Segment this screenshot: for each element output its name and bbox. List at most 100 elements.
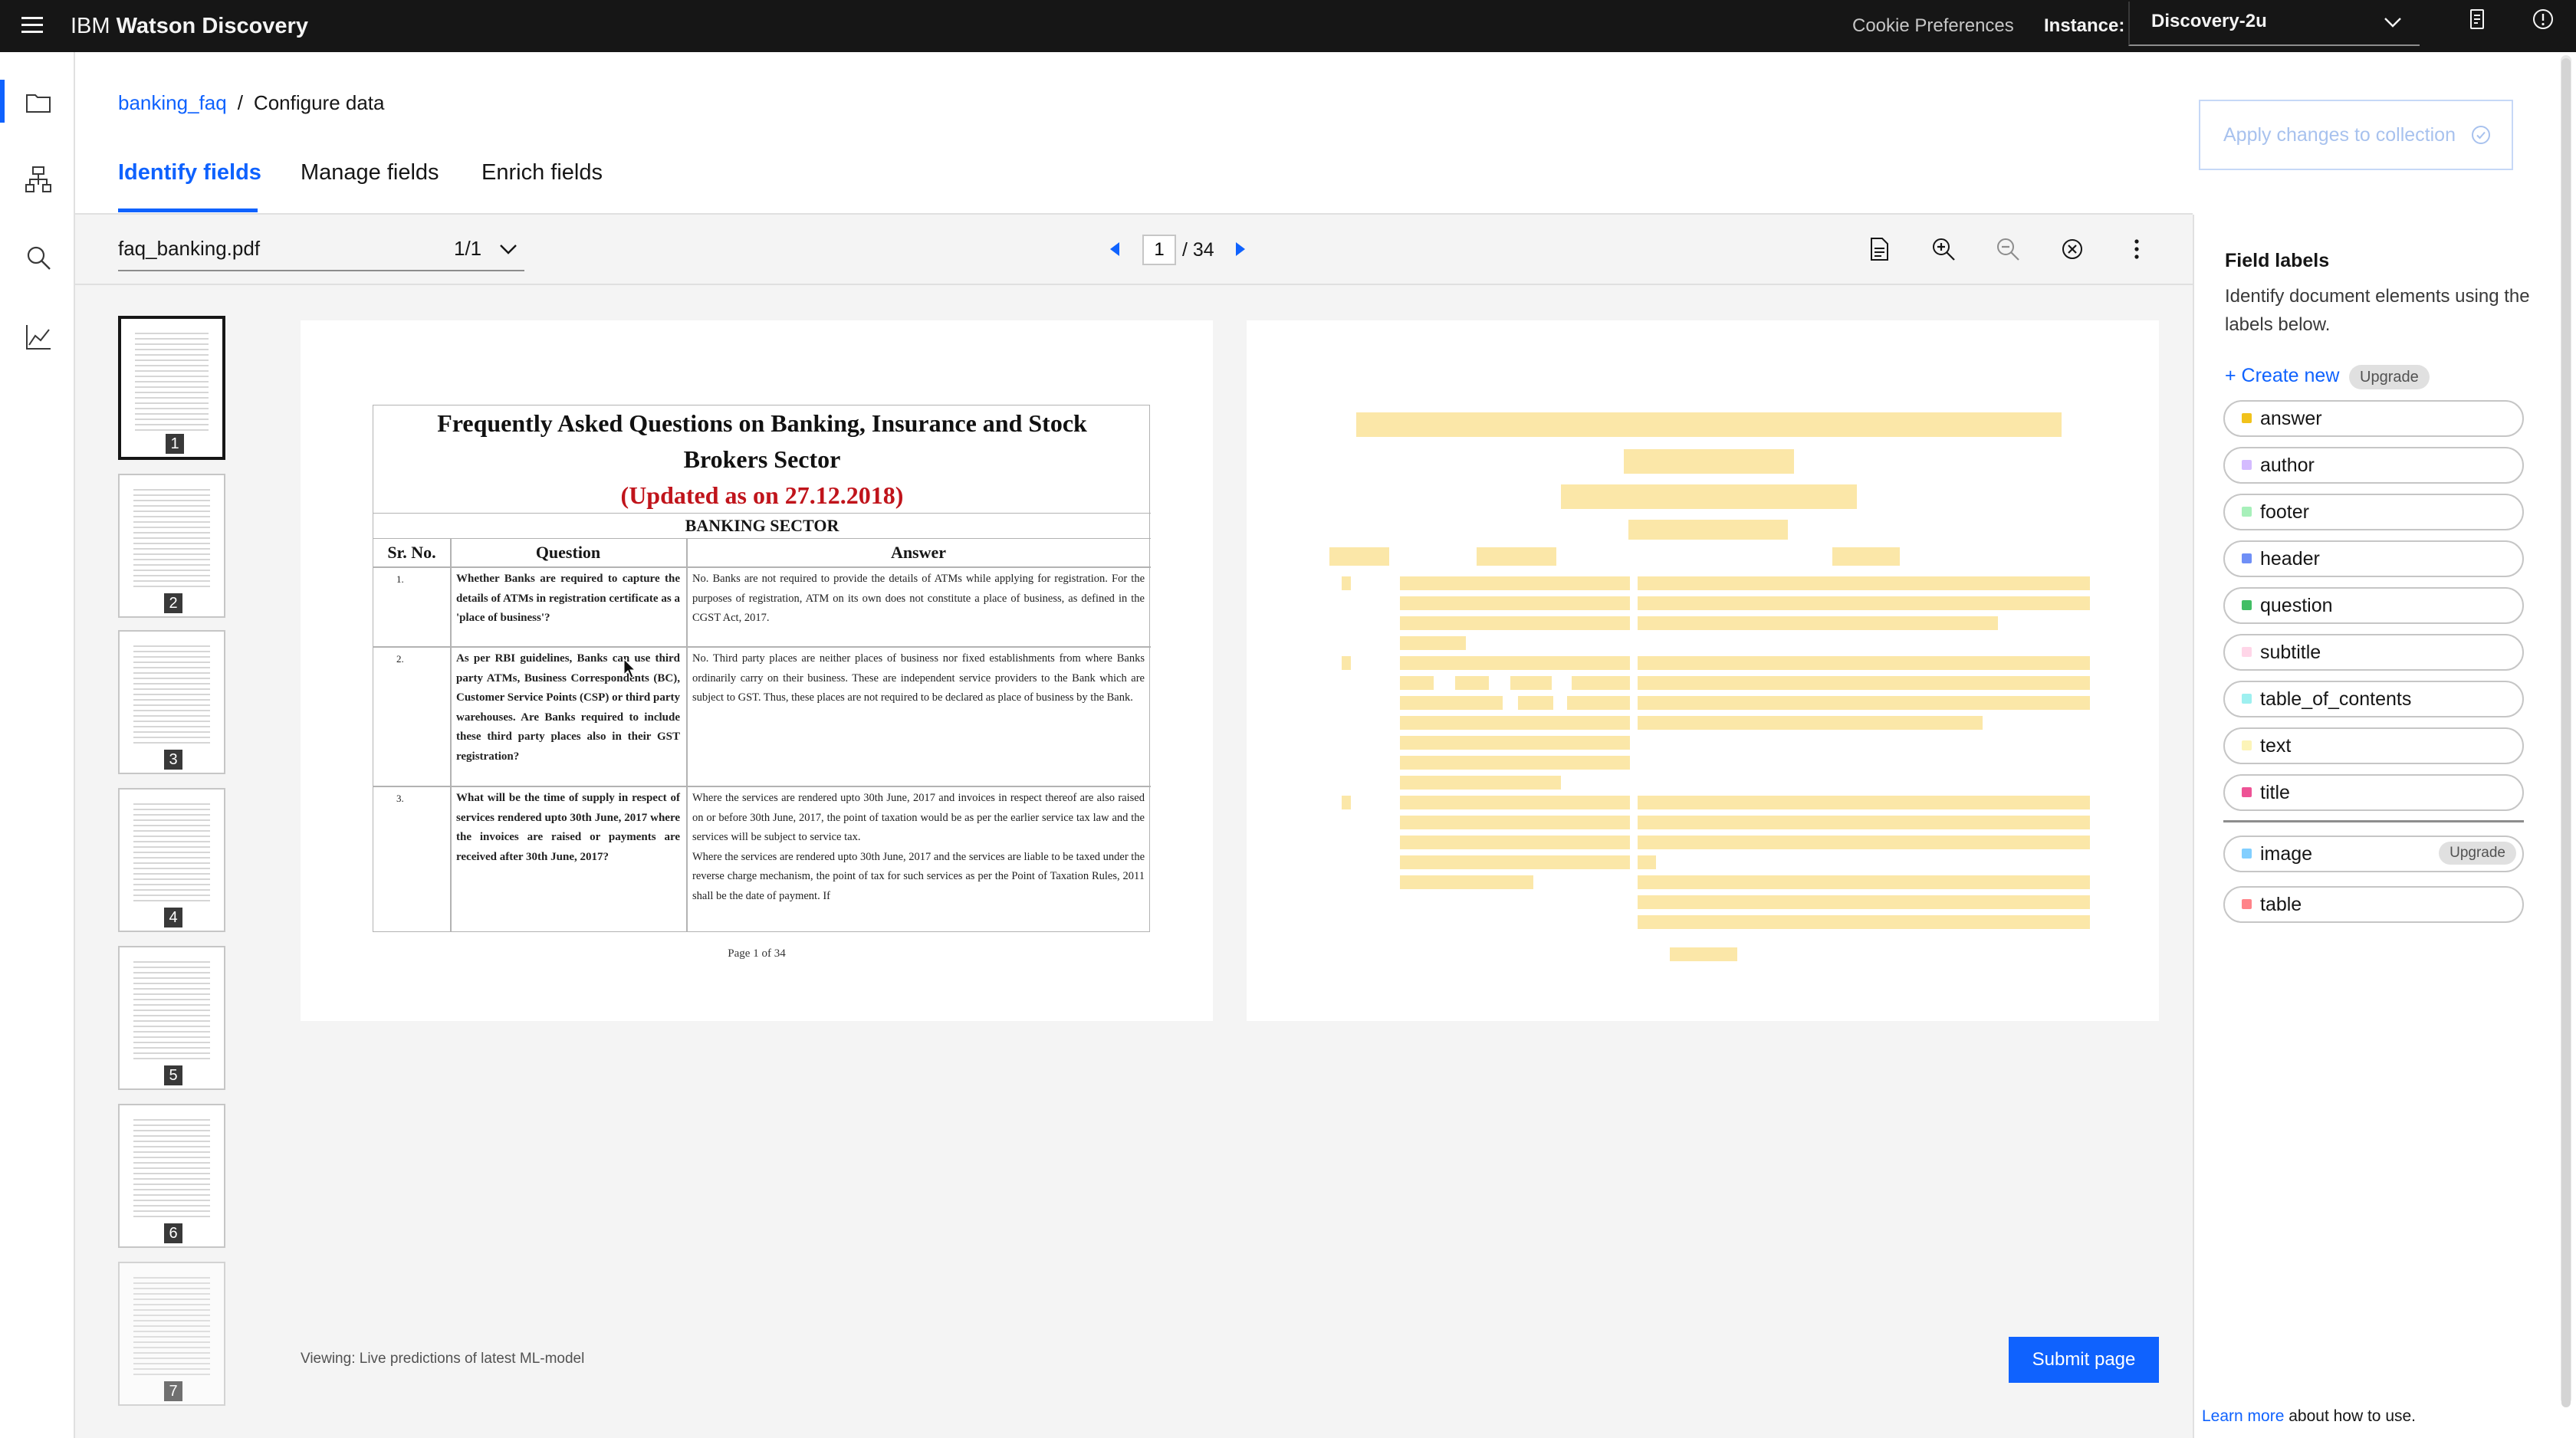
brand-name: Watson Discovery (116, 14, 308, 38)
documentation-icon[interactable] (2466, 8, 2489, 31)
cookie-preferences-link[interactable]: Cookie Preferences (1852, 8, 2014, 44)
prediction-highlight[interactable] (1638, 816, 2090, 829)
tab-identify-fields[interactable]: Identify fields (118, 152, 261, 193)
product-name[interactable]: IBM Watson Discovery (71, 8, 308, 44)
prediction-highlight[interactable] (1572, 676, 1630, 690)
prediction-highlight[interactable] (1400, 616, 1630, 630)
prediction-highlight[interactable] (1400, 816, 1630, 829)
field-label-header[interactable]: header (2223, 540, 2524, 577)
prediction-highlight[interactable] (1638, 616, 1998, 630)
prediction-highlight[interactable] (1329, 547, 1389, 566)
prediction-highlight[interactable] (1400, 656, 1630, 670)
prediction-highlight[interactable] (1638, 596, 2090, 610)
prediction-highlight[interactable] (1400, 636, 1466, 650)
page-thumbnail[interactable]: 2 (118, 474, 225, 618)
document-view-icon[interactable] (1865, 235, 1894, 264)
zoom-in-icon[interactable] (1929, 235, 1958, 264)
prediction-highlight[interactable] (1638, 696, 2090, 710)
field-label-author[interactable]: author (2223, 447, 2524, 484)
instance-dropdown[interactable]: Discovery-2u (2128, 2, 2420, 46)
prediction-highlight[interactable] (1400, 596, 1630, 610)
page-scrollbar-thumb[interactable] (2561, 58, 2571, 1407)
field-label-footer[interactable]: footer (2223, 494, 2524, 530)
page-thumbnail[interactable]: 3 (118, 630, 225, 774)
learn-more-link[interactable]: Learn more (2202, 1407, 2284, 1425)
prediction-highlight[interactable] (1638, 656, 2090, 670)
field-label-title[interactable]: title (2223, 774, 2524, 811)
field-label-subtitle[interactable]: subtitle (2223, 634, 2524, 671)
page-thumbnail[interactable]: 1 (118, 316, 225, 460)
prediction-highlight[interactable] (1342, 656, 1351, 670)
prediction-highlight[interactable] (1400, 716, 1630, 730)
prediction-highlight[interactable] (1638, 716, 1983, 730)
help-icon[interactable] (2530, 6, 2556, 32)
next-page-icon[interactable] (1230, 238, 1251, 261)
prediction-highlight[interactable] (1638, 796, 2090, 809)
tab-enrich-fields[interactable]: Enrich fields (481, 152, 603, 193)
tab-manage-fields[interactable]: Manage fields (301, 152, 439, 193)
analytics-chart-icon[interactable] (23, 322, 54, 353)
folder-icon[interactable] (23, 87, 54, 118)
breadcrumb-current: Configure data (253, 91, 385, 114)
field-labels-panel (2193, 215, 2561, 1438)
page-thumbnail[interactable]: 4 (118, 788, 225, 932)
prediction-highlight[interactable] (1400, 796, 1630, 809)
field-label-answer[interactable]: answer (2223, 400, 2524, 437)
hamburger-menu-icon[interactable] (17, 11, 49, 41)
data-structure-icon[interactable] (23, 164, 54, 195)
prediction-highlight[interactable] (1670, 947, 1737, 961)
field-label-image[interactable]: image Upgrade (2223, 836, 2524, 872)
prediction-highlight[interactable] (1510, 676, 1552, 690)
page-thumbnail[interactable]: 7 (118, 1262, 225, 1406)
prediction-highlight[interactable] (1400, 576, 1630, 590)
prediction-highlight[interactable] (1356, 412, 2062, 437)
file-selector-dropdown[interactable]: faq_banking.pdf 1/1 (118, 222, 524, 271)
prediction-highlight[interactable] (1624, 449, 1794, 474)
prediction-highlight[interactable] (1638, 676, 2090, 690)
upgrade-tag[interactable]: Upgrade (2349, 365, 2430, 389)
prediction-highlight[interactable] (1400, 875, 1533, 889)
prediction-highlight[interactable] (1561, 484, 1857, 509)
prediction-highlight[interactable] (1638, 855, 1656, 869)
field-label-question[interactable]: question (2223, 587, 2524, 624)
prediction-highlight[interactable] (1400, 776, 1561, 790)
close-circle-icon[interactable] (2058, 235, 2087, 264)
prediction-highlight[interactable] (1638, 576, 2090, 590)
upgrade-tag[interactable]: Upgrade (2439, 842, 2516, 865)
prediction-highlight[interactable] (1400, 855, 1630, 869)
prediction-highlight[interactable] (1638, 915, 2090, 929)
prediction-highlight[interactable] (1400, 736, 1630, 750)
create-new-label-link[interactable]: + Create new (2225, 362, 2339, 389)
field-label-text[interactable]: text (2223, 727, 2524, 764)
pdf-row-number: 1. (396, 573, 404, 585)
page-thumbnail[interactable]: 5 (118, 946, 225, 1090)
search-icon[interactable] (23, 242, 54, 273)
prediction-highlight[interactable] (1518, 696, 1553, 710)
prediction-highlight[interactable] (1628, 520, 1788, 540)
prediction-highlight[interactable] (1638, 836, 2090, 849)
field-label-table[interactable]: table (2223, 886, 2524, 923)
prediction-highlight[interactable] (1832, 547, 1900, 566)
prediction-highlight[interactable] (1638, 895, 2090, 909)
prediction-highlight[interactable] (1567, 696, 1630, 710)
zoom-out-icon[interactable] (1993, 235, 2022, 264)
previous-page-icon[interactable] (1104, 238, 1125, 261)
file-count: 1/1 (454, 237, 482, 260)
prediction-highlight[interactable] (1638, 875, 2090, 889)
prediction-highlight[interactable] (1400, 756, 1630, 770)
prediction-highlight[interactable] (1400, 836, 1630, 849)
apply-changes-button[interactable]: Apply changes to collection (2199, 100, 2513, 170)
field-label-table-of-contents[interactable]: table_of_contents (2223, 681, 2524, 717)
prediction-highlight[interactable] (1400, 676, 1434, 690)
overflow-menu-icon[interactable] (2122, 235, 2151, 264)
page-number-input[interactable] (1142, 235, 1176, 265)
breadcrumb-collection-link[interactable]: banking_faq (118, 91, 227, 114)
prediction-highlight[interactable] (1477, 547, 1556, 566)
page-thumbnail[interactable]: 6 (118, 1104, 225, 1248)
pdf-row-number: 3. (396, 793, 404, 804)
prediction-highlight[interactable] (1400, 696, 1503, 710)
prediction-highlight[interactable] (1342, 576, 1351, 590)
prediction-highlight[interactable] (1455, 676, 1489, 690)
prediction-highlight[interactable] (1342, 796, 1351, 809)
submit-page-button[interactable]: Submit page (2009, 1337, 2159, 1383)
